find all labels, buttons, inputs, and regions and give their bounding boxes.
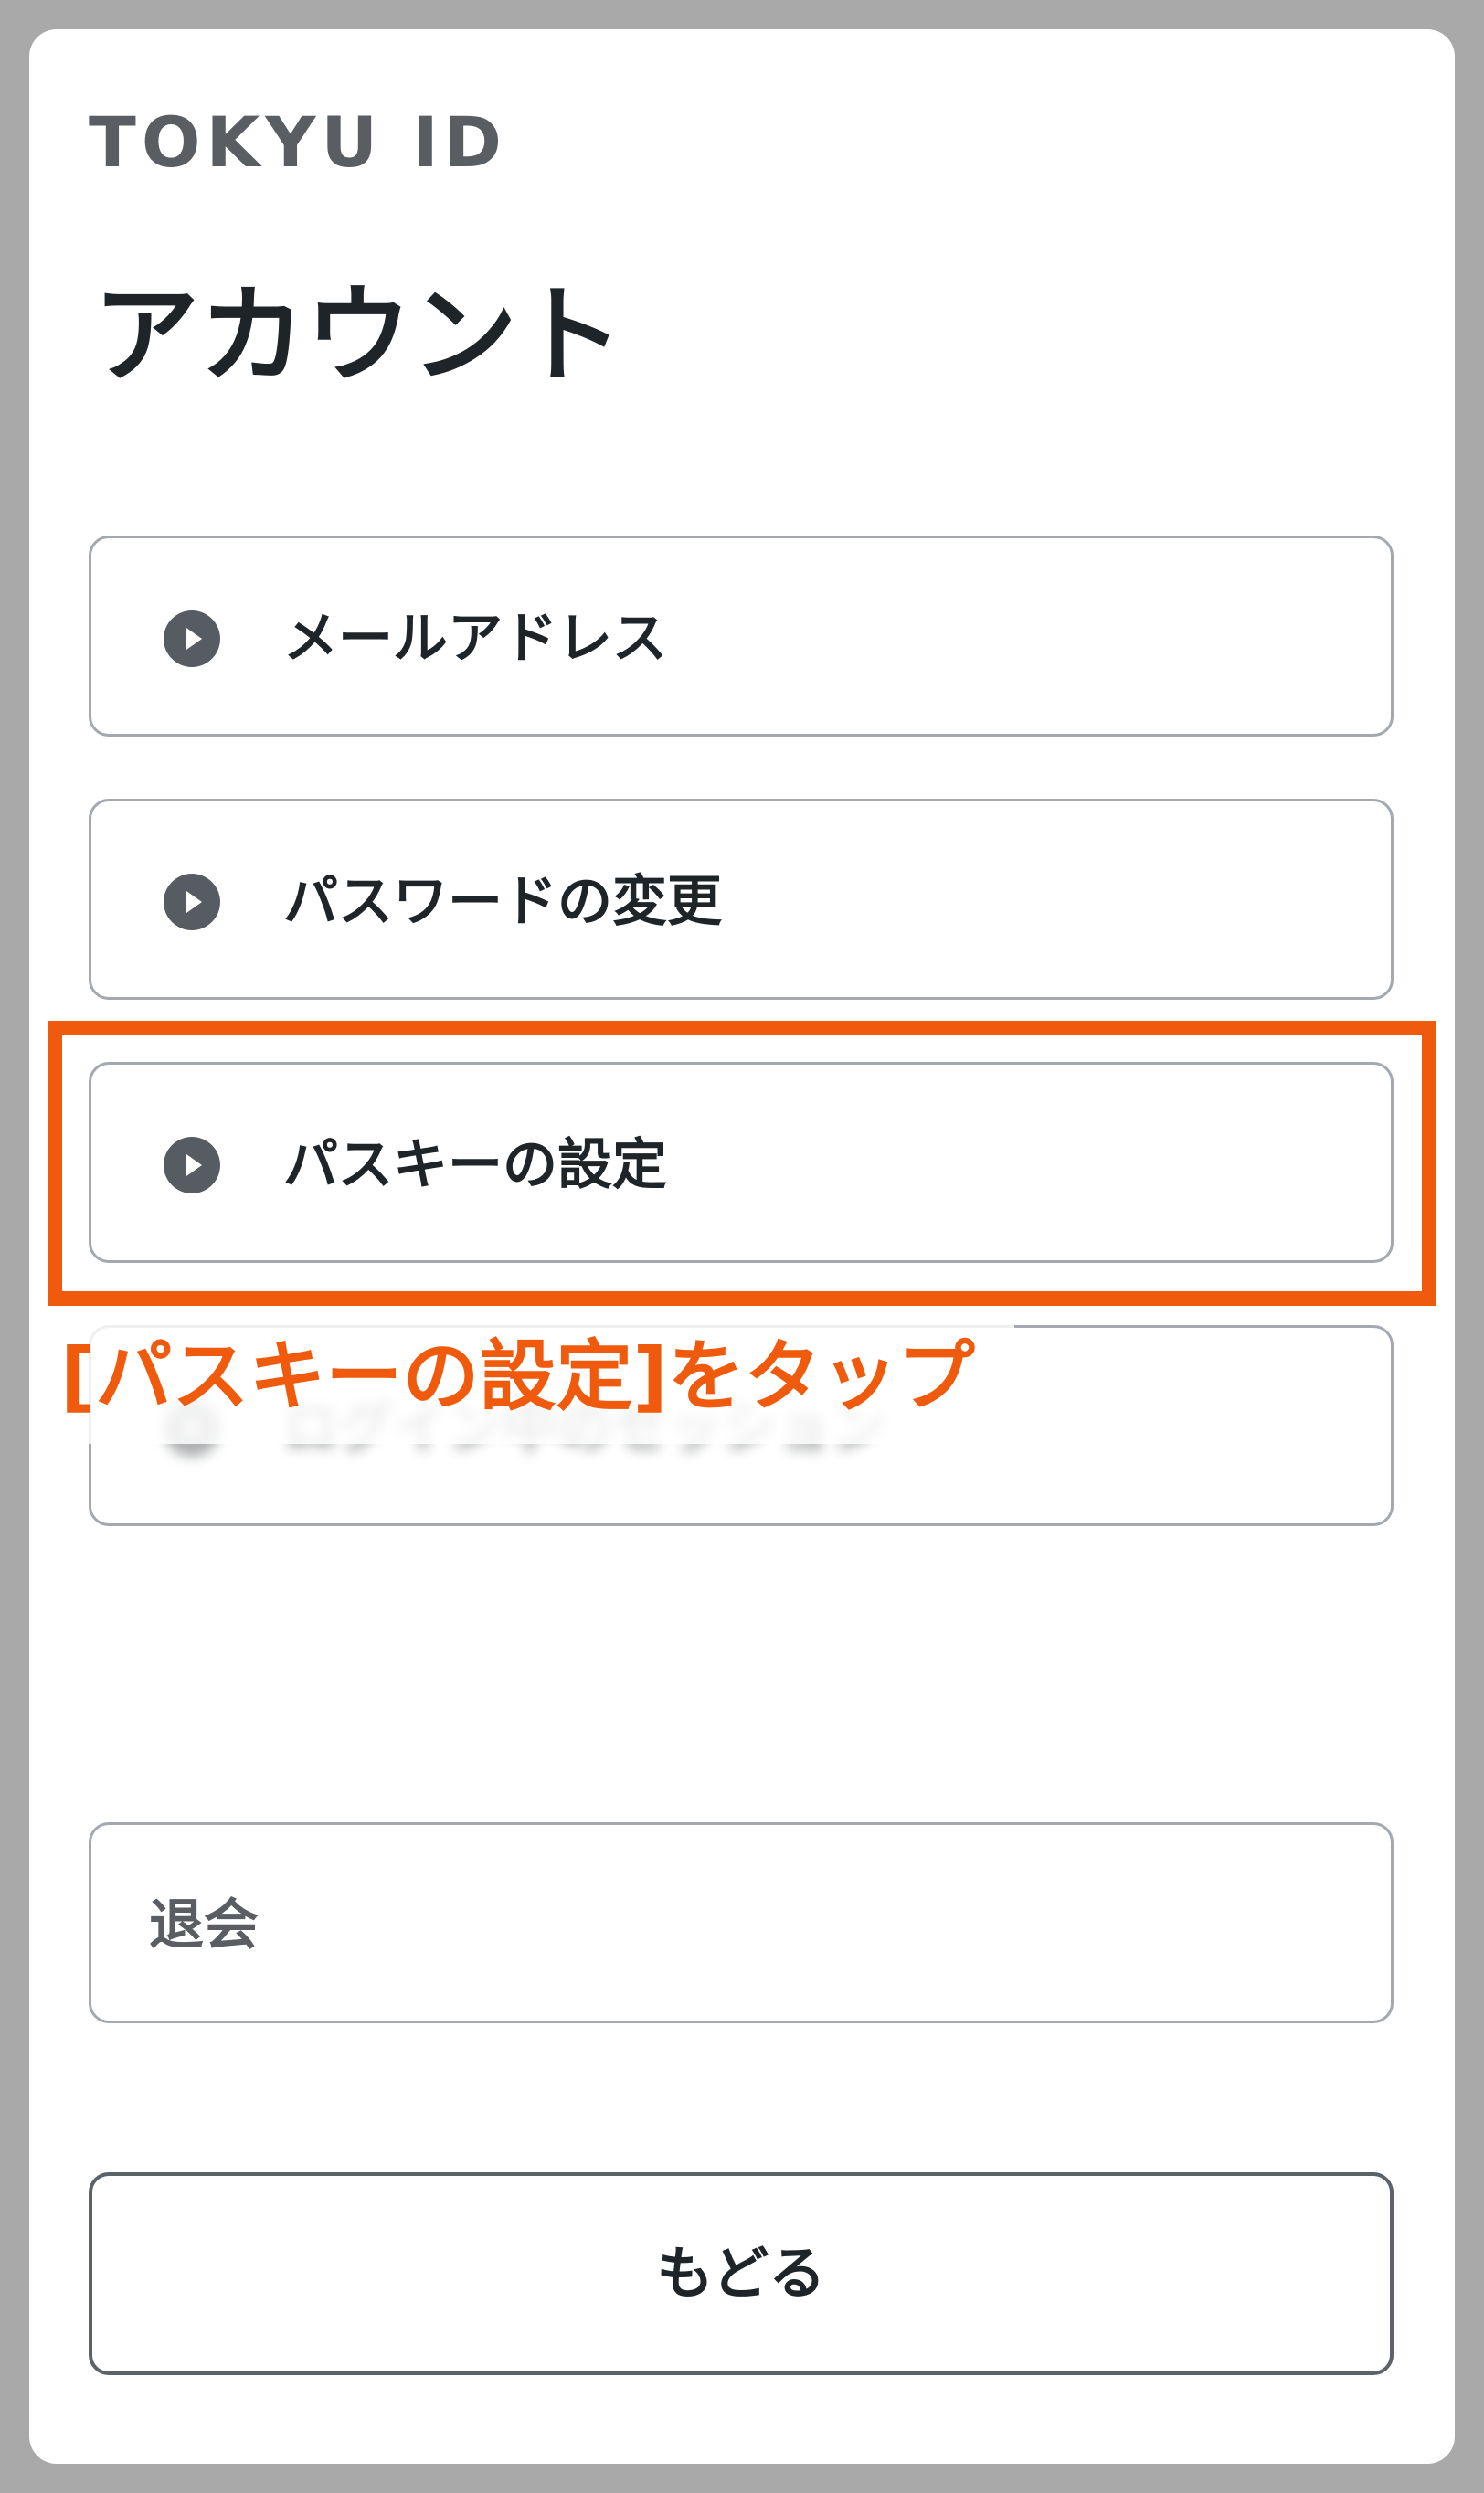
withdraw-button[interactable]: 退会 <box>89 1822 1394 2023</box>
brand-logo: TOKYU ID <box>89 101 507 183</box>
menu-item-label: パスキーの設定 <box>283 1133 667 1197</box>
menu-item-passkey-settings[interactable]: パスキーの設定 <box>89 1062 1394 1263</box>
page-title: アカウント <box>93 274 623 398</box>
menu-item-email[interactable]: メールアドレス <box>89 536 1394 737</box>
play-circle-icon <box>164 874 220 930</box>
back-label: もどる <box>656 2239 826 2307</box>
menu-item-change-password[interactable]: パスワードの変更 <box>89 799 1394 1000</box>
play-circle-icon <box>164 610 220 667</box>
menu-item-label: パスワードの変更 <box>283 870 722 934</box>
withdraw-label: 退会 <box>149 1894 259 1957</box>
back-button[interactable]: もどる <box>89 2172 1394 2375</box>
instruction-callout: [パスキーの設定]をタップ <box>60 1331 975 1421</box>
menu-item-label: メールアドレス <box>283 607 667 671</box>
play-circle-icon <box>164 1137 220 1193</box>
